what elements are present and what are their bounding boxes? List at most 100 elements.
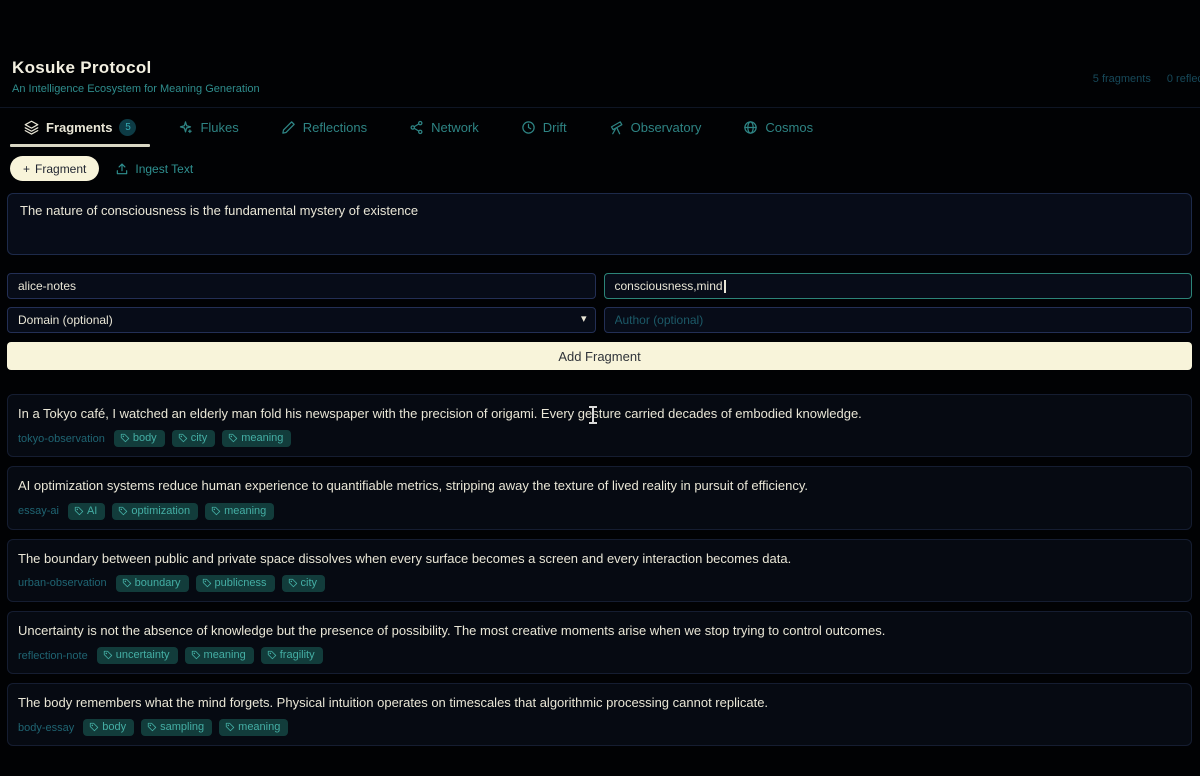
tag-pill[interactable]: body: [114, 430, 165, 447]
fragment-source: essay-ai: [18, 505, 59, 517]
reflections-count-stat: 0 reflect: [1167, 73, 1200, 85]
header-stats: 5 fragments 0 reflect: [1093, 73, 1200, 85]
form-grid: consciousness,mind Domain (optional) ▾: [7, 273, 1192, 333]
text-caret: [724, 280, 726, 293]
nav-tab-label: Fragments: [46, 120, 112, 135]
tag-label: meaning: [238, 721, 280, 733]
tag-icon: [147, 722, 157, 732]
tag-pill[interactable]: meaning: [185, 647, 254, 664]
author-input[interactable]: [604, 307, 1193, 333]
new-fragment-button[interactable]: + Fragment: [10, 156, 99, 181]
tag-icon: [228, 433, 238, 443]
ingest-text-button[interactable]: Ingest Text: [115, 162, 193, 176]
nav-tab-label: Network: [431, 120, 479, 135]
page-subtitle: An Intelligence Ecosystem for Meaning Ge…: [12, 83, 1192, 95]
nav-tab-label: Flukes: [200, 120, 238, 135]
tag-icon: [103, 650, 113, 660]
tag-icon: [120, 433, 130, 443]
fragment-text: The boundary between public and private …: [18, 551, 1179, 567]
tag-label: body: [133, 432, 157, 444]
tags-input-value: consciousness,mind: [615, 279, 723, 293]
tag-label: meaning: [204, 649, 246, 661]
main-nav: Fragments 5 Flukes Reflections Network D…: [0, 107, 1200, 147]
tag-label: city: [191, 432, 208, 444]
tag-pill[interactable]: sampling: [141, 719, 212, 736]
tag-pill[interactable]: meaning: [222, 430, 291, 447]
nav-tab-label: Reflections: [303, 120, 367, 135]
tab-fragments[interactable]: Fragments 5: [10, 108, 150, 147]
telescope-icon: [609, 120, 624, 135]
pencil-icon: [281, 120, 296, 135]
tag-icon: [178, 433, 188, 443]
tag-pill[interactable]: boundary: [116, 575, 189, 592]
fragment-list: In a Tokyo café, I watched an elderly ma…: [0, 370, 1200, 746]
tab-observatory[interactable]: Observatory: [595, 108, 716, 147]
fragment-text: The body remembers what the mind forgets…: [18, 695, 1179, 711]
tag-icon: [211, 506, 221, 516]
tag-icon: [191, 650, 201, 660]
fragment-card: AI optimization systems reduce human exp…: [7, 466, 1192, 529]
tag-label: optimization: [131, 505, 190, 517]
tab-network[interactable]: Network: [395, 108, 493, 147]
tag-pill[interactable]: meaning: [219, 719, 288, 736]
tag-icon: [225, 722, 235, 732]
tag-label: uncertainty: [116, 649, 170, 661]
tag-pill[interactable]: city: [282, 575, 326, 592]
tag-label: publicness: [215, 577, 267, 589]
toolbar: + Fragment Ingest Text: [0, 147, 1200, 181]
fragment-content-textarea[interactable]: The nature of consciousness is the funda…: [7, 193, 1192, 255]
source-input[interactable]: [7, 273, 596, 299]
fragment-card: In a Tokyo café, I watched an elderly ma…: [7, 394, 1192, 457]
app-root: Kosuke Protocol An Intelligence Ecosyste…: [0, 0, 1200, 776]
fragment-card: The body remembers what the mind forgets…: [7, 683, 1192, 746]
sparkle-icon: [178, 120, 193, 135]
tag-pill[interactable]: AI: [68, 503, 105, 520]
fragment-text: Uncertainty is not the absence of knowle…: [18, 623, 1179, 639]
plus-icon: +: [23, 162, 30, 176]
tag-label: AI: [87, 505, 97, 517]
domain-select[interactable]: Domain (optional): [7, 307, 596, 333]
fragment-tags: boundary publicness city: [116, 575, 325, 592]
globe-icon: [743, 120, 758, 135]
add-fragment-submit-button[interactable]: Add Fragment: [7, 342, 1192, 370]
tags-input[interactable]: consciousness,mind: [604, 273, 1193, 299]
nav-tab-badge: 5: [119, 119, 136, 136]
tab-reflections[interactable]: Reflections: [267, 108, 381, 147]
tag-pill[interactable]: uncertainty: [97, 647, 178, 664]
fragment-tags: body sampling meaning: [83, 719, 288, 736]
tag-pill[interactable]: fragility: [261, 647, 323, 664]
fragment-text: AI optimization systems reduce human exp…: [18, 478, 1179, 494]
tab-drift[interactable]: Drift: [507, 108, 581, 147]
tab-flukes[interactable]: Flukes: [164, 108, 252, 147]
tag-pill[interactable]: meaning: [205, 503, 274, 520]
fragment-form: The nature of consciousness is the funda…: [0, 181, 1200, 370]
tag-pill[interactable]: publicness: [196, 575, 275, 592]
app-header: Kosuke Protocol An Intelligence Ecosyste…: [0, 0, 1200, 95]
nav-tab-label: Observatory: [631, 120, 702, 135]
tag-icon: [202, 578, 212, 588]
layers-icon: [24, 120, 39, 135]
tag-pill[interactable]: city: [172, 430, 216, 447]
network-icon: [409, 120, 424, 135]
fragments-count-stat: 5 fragments: [1093, 73, 1151, 85]
page-title: Kosuke Protocol: [12, 58, 1192, 78]
tag-icon: [267, 650, 277, 660]
fragment-card: Uncertainty is not the absence of knowle…: [7, 611, 1192, 674]
fragment-tags: body city meaning: [114, 430, 292, 447]
fragment-card: The boundary between public and private …: [7, 539, 1192, 602]
tag-pill[interactable]: optimization: [112, 503, 198, 520]
upload-icon: [115, 162, 129, 176]
tag-label: fragility: [280, 649, 315, 661]
tag-icon: [118, 506, 128, 516]
fragment-tags: uncertainty meaning fragility: [97, 647, 323, 664]
tag-pill[interactable]: body: [83, 719, 134, 736]
domain-select-wrap: Domain (optional) ▾: [7, 307, 596, 333]
tag-icon: [89, 722, 99, 732]
tag-label: body: [102, 721, 126, 733]
fragment-source: reflection-note: [18, 650, 88, 662]
tab-cosmos[interactable]: Cosmos: [729, 108, 827, 147]
mouse-cursor-ibeam: [587, 405, 599, 425]
fragment-source: tokyo-observation: [18, 433, 105, 445]
fragment-tags: AI optimization meaning: [68, 503, 274, 520]
ingest-text-label: Ingest Text: [135, 162, 193, 176]
